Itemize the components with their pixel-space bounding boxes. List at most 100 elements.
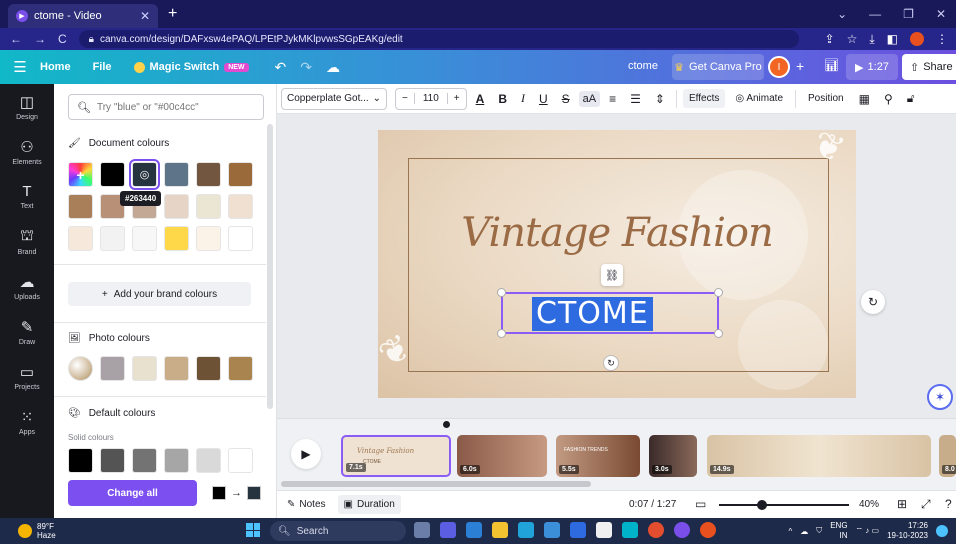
colour-search-input[interactable] <box>96 101 257 113</box>
lock-icon[interactable]: 🔓︎ <box>902 91 920 106</box>
magic-assistant-icon[interactable]: ✶ <box>927 384 953 410</box>
bullet-list-icon[interactable]: ☰ <box>625 92 646 106</box>
cloud-save-icon[interactable]: ☁︎ <box>326 59 340 76</box>
colour-swatch[interactable] <box>100 162 125 187</box>
chrome-icon[interactable] <box>648 522 664 538</box>
colour-swatch[interactable] <box>68 226 93 251</box>
home-button[interactable]: Home <box>40 61 71 73</box>
file-menu-button[interactable]: File <box>93 61 112 73</box>
language-indicator[interactable]: ENG IN <box>830 521 847 541</box>
design-page[interactable]: ❦ ❦ Vintage Fashion ⛓︎ CTOME ↻ <box>378 130 856 398</box>
font-family-dropdown[interactable]: Copperplate Got... ⌄ <box>281 87 387 110</box>
colour-swatch[interactable] <box>164 226 189 251</box>
minimize-icon[interactable]: — <box>869 7 881 21</box>
rail-design[interactable]: ◫ Design <box>0 84 54 129</box>
add-brand-colours-button[interactable]: + Add your brand colours <box>68 282 251 306</box>
linkedin-icon[interactable] <box>570 522 586 538</box>
size-decrease-button[interactable]: − <box>396 93 414 104</box>
security-icon[interactable]: ⛉ <box>816 526 822 536</box>
close-tab-icon[interactable]: ✕ <box>140 9 150 23</box>
edge-browser-icon[interactable] <box>518 522 534 538</box>
insights-chart-icon[interactable]: 📊︎ <box>824 58 839 72</box>
rail-uploads[interactable]: ☁︎ Uploads <box>0 264 54 309</box>
animate-button[interactable]: ◎ Animate <box>729 89 789 108</box>
notification-icon[interactable] <box>936 525 948 537</box>
get-canva-pro-button[interactable]: ♛ Get Canva Pro <box>672 54 764 80</box>
resize-handle[interactable] <box>714 288 723 297</box>
timeline-clip[interactable]: FASHION TRENDS 5.5s <box>556 435 640 477</box>
colour-swatch[interactable] <box>100 226 125 251</box>
back-icon[interactable]: ← <box>10 32 22 46</box>
vscode-icon[interactable] <box>466 522 482 538</box>
help-icon[interactable]: ? <box>945 497 952 511</box>
colour-swatch[interactable] <box>164 448 189 473</box>
colour-swatch[interactable] <box>164 194 189 219</box>
timeline-clip[interactable]: 14.9s <box>707 435 931 477</box>
letter-case-icon[interactable]: aA <box>578 90 601 107</box>
design-title[interactable]: ctome <box>628 60 658 72</box>
grid-view-icon[interactable]: ⊞ <box>897 497 907 511</box>
effects-button[interactable]: Effects <box>682 89 726 108</box>
zoom-value[interactable]: 40% <box>859 499 879 510</box>
rotate-handle-icon[interactable]: ↻ <box>603 355 619 371</box>
more-menu-icon[interactable]: ⋮ <box>936 32 948 46</box>
colour-swatch[interactable] <box>100 356 125 381</box>
resize-handle[interactable] <box>497 288 506 297</box>
chrome-profile-icon[interactable] <box>700 522 716 538</box>
change-all-button[interactable]: Change all <box>68 480 197 506</box>
resize-handle[interactable] <box>497 329 506 338</box>
url-field[interactable]: 🔒︎ canva.com/design/DAFxsw4ePAQ/LPEtPJyk… <box>78 30 799 48</box>
colour-swatch[interactable] <box>228 194 253 219</box>
add-collaborator-icon[interactable]: + <box>796 58 804 74</box>
windows-start-icon[interactable] <box>246 523 260 537</box>
transparency-checker-icon[interactable]: ▦ <box>854 92 875 106</box>
task-view-icon[interactable] <box>414 522 430 538</box>
colour-swatch[interactable] <box>164 356 189 381</box>
text-color-icon[interactable]: A <box>471 92 490 106</box>
bold-icon[interactable]: B <box>493 92 512 106</box>
refresh-page-icon[interactable]: ↻ <box>861 290 885 314</box>
duration-button[interactable]: ▣ Duration <box>337 495 401 514</box>
weather-widget[interactable]: 89°F Haze <box>18 522 56 540</box>
colour-swatch[interactable] <box>132 448 157 473</box>
colour-swatch[interactable] <box>68 194 93 219</box>
undo-icon[interactable]: ↶ <box>275 59 287 76</box>
timeline-clip[interactable]: Vintage Fashion CTOME 7.1s <box>341 435 451 477</box>
sidebar-icon[interactable]: ◧ <box>887 32 898 46</box>
canva-app-icon[interactable] <box>622 522 638 538</box>
position-button[interactable]: Position <box>802 89 850 108</box>
close-window-icon[interactable]: ✕ <box>936 7 946 21</box>
timeline-scrollbar[interactable] <box>281 481 591 487</box>
fullscreen-icon[interactable]: ⤢ <box>921 497 931 512</box>
align-center-icon[interactable]: ≡ <box>604 92 621 106</box>
italic-icon[interactable]: I <box>516 91 530 106</box>
timeline-play-button[interactable]: ▶ <box>291 439 321 469</box>
colour-swatch[interactable]: ◎ <box>129 159 160 190</box>
colour-swatch[interactable] <box>132 356 157 381</box>
chevron-down-icon[interactable]: ⌄ <box>837 7 847 21</box>
wifi-volume-battery-icon[interactable]: ⌔ ♪ ▭ <box>856 526 880 536</box>
resize-handle[interactable] <box>714 329 723 338</box>
headline-text[interactable]: Vintage Fashion <box>378 210 856 256</box>
selected-text-box[interactable]: CTOME <box>497 288 723 338</box>
download-icon[interactable]: ⤓ <box>869 32 874 47</box>
colour-swatch[interactable] <box>196 162 221 187</box>
underline-icon[interactable]: U <box>534 92 553 106</box>
colour-swatch[interactable] <box>132 226 157 251</box>
colour-swatch[interactable] <box>196 356 221 381</box>
share-page-icon[interactable]: ⇪ <box>825 32 835 46</box>
strikethrough-icon[interactable]: S <box>557 92 575 106</box>
rail-draw[interactable]: ✎ Draw <box>0 309 54 354</box>
rail-elements[interactable]: ⚇ Elements <box>0 129 54 174</box>
hamburger-menu-icon[interactable]: ☰ <box>0 58 40 76</box>
bookmark-star-icon[interactable]: ☆ <box>847 32 858 46</box>
photo-thumbnail-swatch[interactable] <box>68 356 93 381</box>
new-tab-icon[interactable]: + <box>168 5 177 23</box>
colour-search[interactable]: 🔍︎ <box>68 94 264 120</box>
zoom-slider[interactable] <box>719 504 849 506</box>
notepad-icon[interactable] <box>596 522 612 538</box>
paint-roller-icon[interactable]: ⚲ <box>879 92 898 106</box>
panel-scrollbar[interactable] <box>267 124 273 409</box>
colour-swatch[interactable] <box>100 448 125 473</box>
line-spacing-icon[interactable]: ⇕ <box>650 92 670 106</box>
